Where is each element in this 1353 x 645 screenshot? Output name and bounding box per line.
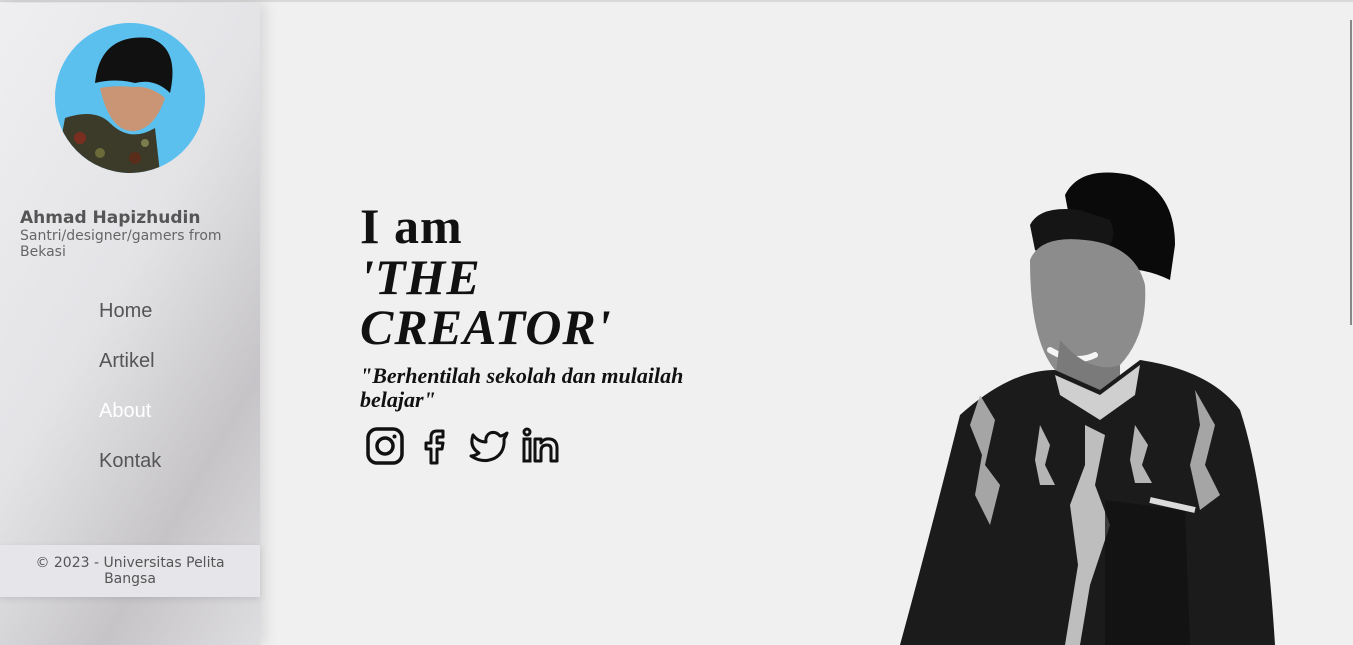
social-links [365,425,561,467]
hero: I am 'THE CREATOR' "Berhentilah sekolah … [360,200,730,412]
twitter-icon[interactable] [469,425,509,467]
hero-title: 'THE CREATOR' [360,249,612,355]
facebook-icon[interactable] [417,425,457,467]
nav-item-home[interactable]: Home [99,293,260,343]
footer-text: © 2023 - Universitas Pelita Bangsa [35,555,225,587]
scrollbar[interactable] [1350,20,1352,325]
linkedin-icon[interactable] [521,425,561,467]
top-border [0,0,1353,2]
nav-item-kontak[interactable]: Kontak [99,443,260,493]
profile-name: Ahmad Hapizhudin [20,208,201,228]
hero-quote: "Berhentilah sekolah dan mulailah belaja… [360,363,684,412]
hero-intro: I am [360,198,463,254]
avatar [55,23,205,173]
main-nav: Home Artikel About Kontak [0,293,260,493]
instagram-icon[interactable] [365,425,405,467]
profile-description: Santri/designer/gamers from Bekasi [20,228,222,260]
sidebar: Ahmad Hapizhudin Santri/designer/gamers … [0,3,260,645]
sidebar-footer: © 2023 - Universitas Pelita Bangsa [0,545,260,597]
nav-item-artikel[interactable]: Artikel [99,343,260,393]
nav-item-about[interactable]: About [99,393,260,443]
hero-portrait [890,165,1290,645]
